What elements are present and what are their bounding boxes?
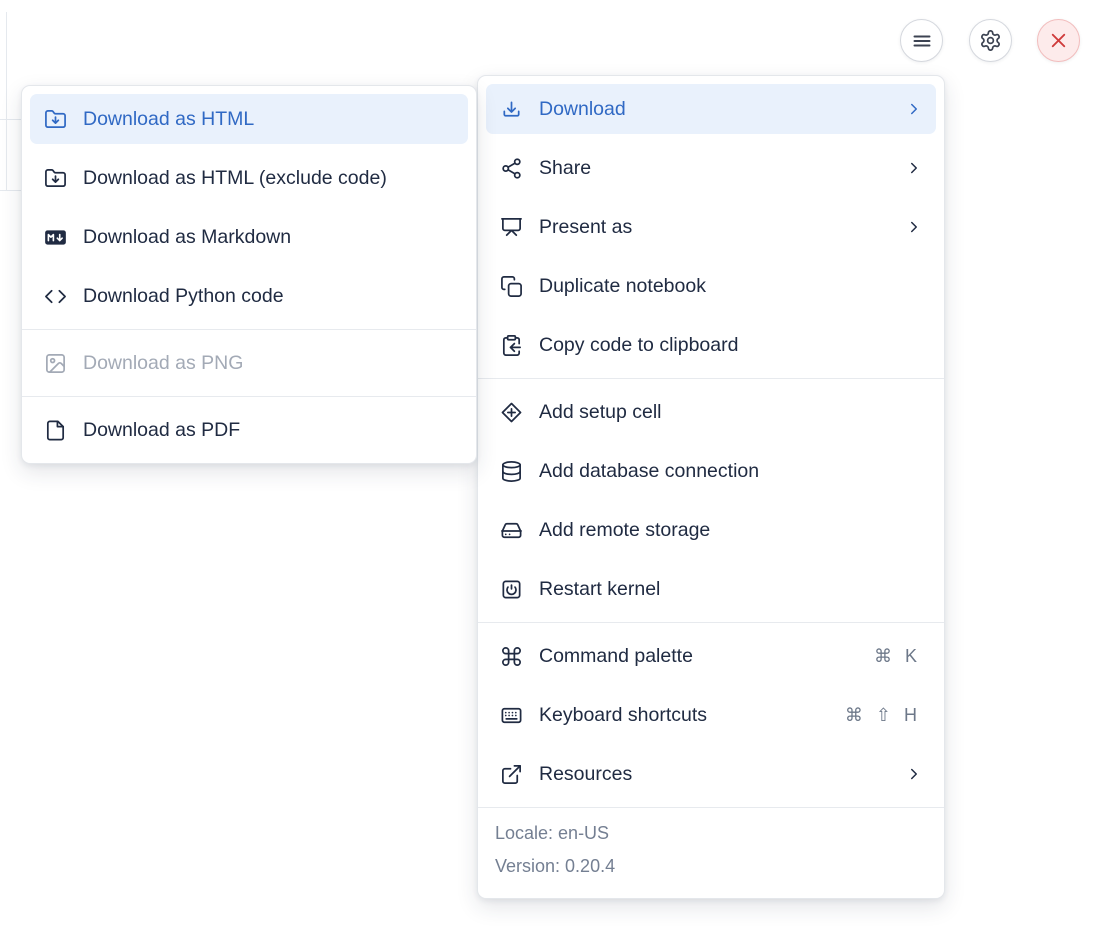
database-icon xyxy=(499,459,523,483)
menu-item-label: Add setup cell xyxy=(539,401,923,424)
shortcut-hint: ⌘ ⇧ H xyxy=(845,705,921,726)
external-link-icon xyxy=(499,762,523,786)
menu-item-command-palette[interactable]: Command palette ⌘ K xyxy=(486,631,936,681)
menu-item-label: Download as Markdown xyxy=(83,226,455,249)
square-power-icon xyxy=(499,577,523,601)
menu-item-add-remote-storage[interactable]: Add remote storage xyxy=(486,505,936,555)
download-submenu: Download as HTML Download as HTML (exclu… xyxy=(21,85,477,464)
download-icon xyxy=(499,97,523,121)
menu-item-label: Duplicate notebook xyxy=(539,275,923,298)
menu-item-resources[interactable]: Resources xyxy=(486,749,936,799)
menu-item-label: Download as PNG xyxy=(83,352,455,375)
close-button[interactable] xyxy=(1037,19,1080,62)
menu-item-label: Download Python code xyxy=(83,285,455,308)
settings-button[interactable] xyxy=(969,19,1012,62)
menu-item-label: Resources xyxy=(539,763,889,786)
menu-item-keyboard-shortcuts[interactable]: Keyboard shortcuts ⌘ ⇧ H xyxy=(486,690,936,740)
menu-footer: Locale: en-US Version: 0.20.4 xyxy=(478,808,944,898)
chevron-right-icon xyxy=(905,218,923,236)
markdown-icon xyxy=(43,225,67,249)
diamond-plus-icon xyxy=(499,400,523,424)
menu-item-duplicate-notebook[interactable]: Duplicate notebook xyxy=(486,261,936,311)
menu-item-label: Present as xyxy=(539,216,889,239)
command-icon xyxy=(499,644,523,668)
menu-item-add-database-connection[interactable]: Add database connection xyxy=(486,446,936,496)
menu-item-label: Add database connection xyxy=(539,460,923,483)
chevron-right-icon xyxy=(905,100,923,118)
image-icon xyxy=(43,351,67,375)
file-icon xyxy=(43,418,67,442)
keyboard-icon xyxy=(499,703,523,727)
menu-item-add-setup-cell[interactable]: Add setup cell xyxy=(486,387,936,437)
chevron-right-icon xyxy=(905,765,923,783)
background-grid-line xyxy=(0,119,22,120)
presentation-icon xyxy=(499,215,523,239)
copy-icon xyxy=(499,274,523,298)
code-icon xyxy=(43,284,67,308)
menu-item-label: Download as HTML (exclude code) xyxy=(83,167,455,190)
submenu-item-download-as-markdown[interactable]: Download as Markdown xyxy=(30,212,468,262)
menu-item-present-as[interactable]: Present as xyxy=(486,202,936,252)
submenu-item-download-python-code[interactable]: Download Python code xyxy=(30,271,468,321)
menu-icon xyxy=(910,29,934,53)
submenu-item-download-as-pdf[interactable]: Download as PDF xyxy=(30,405,468,455)
version-text: Version: 0.20.4 xyxy=(495,850,927,883)
background-grid-line xyxy=(6,12,7,190)
background-grid-line xyxy=(0,190,22,191)
menu-item-label: Add remote storage xyxy=(539,519,923,542)
menu-item-share[interactable]: Share xyxy=(486,143,936,193)
menu-item-label: Copy code to clipboard xyxy=(539,334,923,357)
folder-down-icon xyxy=(43,107,67,131)
hard-drive-icon xyxy=(499,518,523,542)
app-canvas: Download as HTML Download as HTML (exclu… xyxy=(0,0,1116,932)
x-icon xyxy=(1047,29,1071,53)
submenu-item-download-as-html-exclude-code[interactable]: Download as HTML (exclude code) xyxy=(30,153,468,203)
submenu-item-download-as-png: Download as PNG xyxy=(30,338,468,388)
hamburger-menu-button[interactable] xyxy=(900,19,943,62)
menu-item-label: Restart kernel xyxy=(539,578,923,601)
submenu-item-download-as-html[interactable]: Download as HTML xyxy=(30,94,468,144)
shortcut-hint: ⌘ K xyxy=(874,646,921,667)
share-icon xyxy=(499,156,523,180)
folder-down-icon xyxy=(43,166,67,190)
menu-item-download[interactable]: Download xyxy=(486,84,936,134)
notebook-menu: Download Share Present as Duplicate note… xyxy=(477,75,945,899)
menu-item-label: Download xyxy=(539,98,889,121)
menu-item-label: Download as HTML xyxy=(83,108,455,131)
menu-item-label: Download as PDF xyxy=(83,419,455,442)
locale-text: Locale: en-US xyxy=(495,817,927,850)
gear-icon xyxy=(979,29,1003,53)
menu-item-restart-kernel[interactable]: Restart kernel xyxy=(486,564,936,614)
menu-item-copy-code-to-clipboard[interactable]: Copy code to clipboard xyxy=(486,320,936,370)
menu-item-label: Share xyxy=(539,157,889,180)
clipboard-copy-icon xyxy=(499,333,523,357)
menu-item-label: Command palette xyxy=(539,645,858,668)
menu-item-label: Keyboard shortcuts xyxy=(539,704,829,727)
chevron-right-icon xyxy=(905,159,923,177)
